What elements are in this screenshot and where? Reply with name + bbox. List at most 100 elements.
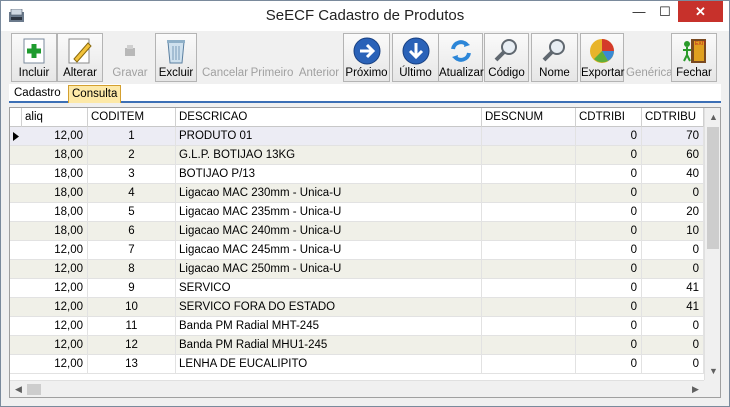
cell-descnum[interactable]	[482, 222, 576, 241]
cell-cdtribi[interactable]: 0	[576, 241, 642, 260]
column-header-cdtribu[interactable]: CDTRIBU	[642, 108, 704, 127]
cell-descricao[interactable]: Ligacao MAC 240mm - Unica-U	[176, 222, 482, 241]
cancelar-button[interactable]: Cancelar	[201, 33, 248, 82]
cell-cdtribi[interactable]: 0	[576, 298, 642, 317]
cell-descricao[interactable]: Ligacao MAC 245mm - Unica-U	[176, 241, 482, 260]
cell-descricao[interactable]: LENHA DE EUCALIPITO	[176, 355, 482, 374]
cell-descnum[interactable]	[482, 241, 576, 260]
cell-cdtribi[interactable]: 0	[576, 222, 642, 241]
cell-cdtribi[interactable]: 0	[576, 184, 642, 203]
cell-descnum[interactable]	[482, 165, 576, 184]
primeiro-button[interactable]: Primeiro	[249, 33, 295, 82]
cell-descricao[interactable]: Banda PM Radial MHU1-245	[176, 336, 482, 355]
cell-coditem[interactable]: 12	[88, 336, 176, 355]
cell-descnum[interactable]	[482, 127, 576, 146]
cell-descricao[interactable]: Banda PM Radial MHT-245	[176, 317, 482, 336]
maximize-button[interactable]: ☐	[652, 1, 678, 22]
cell-coditem[interactable]: 11	[88, 317, 176, 336]
gravar-button[interactable]: Gravar	[108, 33, 152, 82]
cell-descnum[interactable]	[482, 260, 576, 279]
scroll-right-icon[interactable]: ▶	[687, 381, 704, 397]
cell-aliq[interactable]: 12,00	[22, 279, 88, 298]
exportar-button[interactable]: Exportar	[580, 33, 624, 82]
cell-coditem[interactable]: 10	[88, 298, 176, 317]
cell-descnum[interactable]	[482, 146, 576, 165]
cell-aliq[interactable]: 18,00	[22, 222, 88, 241]
scroll-up-icon[interactable]: ▲	[705, 109, 720, 126]
cell-cdtribi[interactable]: 0	[576, 336, 642, 355]
cell-aliq[interactable]: 18,00	[22, 146, 88, 165]
nome-button[interactable]: Nome	[531, 33, 578, 82]
cell-aliq[interactable]: 12,00	[22, 241, 88, 260]
cell-aliq[interactable]: 12,00	[22, 355, 88, 374]
vertical-scrollbar[interactable]: ▲ ▼	[704, 108, 720, 380]
cell-coditem[interactable]: 9	[88, 279, 176, 298]
table-row[interactable]: 12,00 12 Banda PM Radial MHU1-245 0 0	[10, 336, 704, 355]
cell-descnum[interactable]	[482, 355, 576, 374]
cell-coditem[interactable]: 1	[88, 127, 176, 146]
table-row[interactable]: 18,00 2 G.L.P. BOTIJAO 13KG 0 60	[10, 146, 704, 165]
cell-coditem[interactable]: 5	[88, 203, 176, 222]
table-row[interactable]: 12,00 1 PRODUTO 01 0 70	[10, 127, 704, 146]
column-header-descricao[interactable]: DESCRICAO	[176, 108, 482, 127]
table-row[interactable]: 18,00 3 BOTIJAO P/13 0 40	[10, 165, 704, 184]
cell-cdtribi[interactable]: 0	[576, 260, 642, 279]
cell-descricao[interactable]: SERVICO	[176, 279, 482, 298]
cell-cdtribu[interactable]: 0	[642, 184, 704, 203]
cell-cdtribu[interactable]: 0	[642, 336, 704, 355]
cell-coditem[interactable]: 4	[88, 184, 176, 203]
cell-cdtribu[interactable]: 0	[642, 241, 704, 260]
tab-consulta[interactable]: Consulta	[68, 85, 122, 103]
proximo-button[interactable]: Próximo	[343, 33, 390, 82]
column-header-coditem[interactable]: CODITEM	[88, 108, 176, 127]
cell-coditem[interactable]: 13	[88, 355, 176, 374]
cell-descnum[interactable]	[482, 203, 576, 222]
cell-cdtribu[interactable]: 60	[642, 146, 704, 165]
cell-descricao[interactable]: Ligacao MAC 250mm - Unica-U	[176, 260, 482, 279]
cell-descnum[interactable]	[482, 279, 576, 298]
cell-descricao[interactable]: Ligacao MAC 235mm - Unica-U	[176, 203, 482, 222]
cell-cdtribu[interactable]: 41	[642, 298, 704, 317]
table-row[interactable]: 18,00 4 Ligacao MAC 230mm - Unica-U 0 0	[10, 184, 704, 203]
cell-descricao[interactable]: SERVICO FORA DO ESTADO	[176, 298, 482, 317]
cell-aliq[interactable]: 12,00	[22, 298, 88, 317]
cell-aliq[interactable]: 18,00	[22, 184, 88, 203]
cell-coditem[interactable]: 6	[88, 222, 176, 241]
cell-cdtribi[interactable]: 0	[576, 317, 642, 336]
vertical-scroll-thumb[interactable]	[707, 127, 719, 249]
cell-aliq[interactable]: 18,00	[22, 203, 88, 222]
anterior-button[interactable]: Anterior	[295, 33, 343, 82]
cell-descricao[interactable]: PRODUTO 01	[176, 127, 482, 146]
ultimo-button[interactable]: Último	[392, 33, 439, 82]
cell-cdtribu[interactable]: 0	[642, 355, 704, 374]
cell-aliq[interactable]: 12,00	[22, 336, 88, 355]
cell-descnum[interactable]	[482, 184, 576, 203]
table-row[interactable]: 12,00 9 SERVICO 0 41	[10, 279, 704, 298]
cell-cdtribi[interactable]: 0	[576, 165, 642, 184]
cell-aliq[interactable]: 12,00	[22, 260, 88, 279]
cell-descricao[interactable]: G.L.P. BOTIJAO 13KG	[176, 146, 482, 165]
cell-cdtribu[interactable]: 41	[642, 279, 704, 298]
cell-cdtribu[interactable]: 40	[642, 165, 704, 184]
cell-aliq[interactable]: 18,00	[22, 165, 88, 184]
cell-coditem[interactable]: 2	[88, 146, 176, 165]
cell-coditem[interactable]: 3	[88, 165, 176, 184]
scroll-left-icon[interactable]: ◀	[10, 381, 27, 397]
cell-cdtribu[interactable]: 10	[642, 222, 704, 241]
cell-cdtribi[interactable]: 0	[576, 127, 642, 146]
column-header-descnum[interactable]: DESCNUM	[482, 108, 576, 127]
horizontal-scroll-thumb[interactable]	[27, 384, 41, 395]
fechar-button[interactable]: EXIT Fechar	[671, 33, 717, 82]
table-row[interactable]: 12,00 10 SERVICO FORA DO ESTADO 0 41	[10, 298, 704, 317]
cell-coditem[interactable]: 7	[88, 241, 176, 260]
table-row[interactable]: 18,00 6 Ligacao MAC 240mm - Unica-U 0 10	[10, 222, 704, 241]
cell-aliq[interactable]: 12,00	[22, 317, 88, 336]
tab-cadastro[interactable]: Cadastro	[11, 85, 64, 103]
cell-cdtribu[interactable]: 70	[642, 127, 704, 146]
cell-descnum[interactable]	[482, 298, 576, 317]
excluir-button[interactable]: Excluir	[155, 33, 197, 82]
column-header-cdtribi[interactable]: CDTRIBI	[576, 108, 642, 127]
minimize-button[interactable]: —	[626, 1, 652, 22]
cell-cdtribu[interactable]: 0	[642, 317, 704, 336]
table-row[interactable]: 12,00 8 Ligacao MAC 250mm - Unica-U 0 0	[10, 260, 704, 279]
